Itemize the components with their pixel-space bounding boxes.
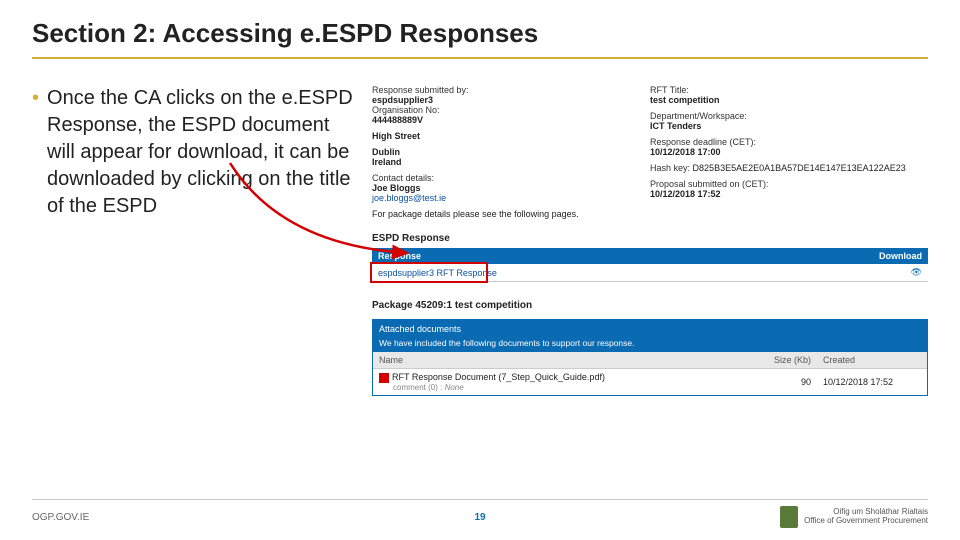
slide-title: Section 2: Accessing e.ESPD Responses: [32, 18, 928, 59]
address-line: Dublin: [372, 147, 650, 157]
page-number: 19: [474, 512, 485, 523]
column-header: Created: [817, 352, 927, 369]
value: test competition: [650, 95, 928, 105]
slide-footer: OGP.GOV.IE 19 Oifig um Sholáthar Rialtai…: [32, 499, 928, 528]
screenshot-panel: Response submitted by: espdsupplier3 Org…: [372, 85, 928, 396]
footer-org-en: Office of Government Procurement: [804, 517, 928, 526]
size-value: 90: [747, 369, 817, 395]
comment-label: comment (0) :: [393, 383, 442, 392]
value: 10/12/2018 17:52: [650, 189, 928, 199]
address-line: High Street: [372, 131, 650, 141]
download-icon[interactable]: 👁: [858, 264, 928, 282]
label: Response submitted by:: [372, 85, 650, 95]
attached-documents-box: Attached documents We have included the …: [372, 319, 928, 396]
response-table: Response Download espdsupplier3 RFT Resp…: [372, 248, 928, 282]
label: Department/Workspace:: [650, 111, 928, 121]
bullet-item: • Once the CA clicks on the e.ESPD Respo…: [32, 85, 360, 220]
column-header: Name: [373, 352, 747, 369]
address-line: Ireland: [372, 157, 650, 167]
email-link[interactable]: joe.bloggs@test.ie: [372, 193, 650, 203]
box-heading: Attached documents: [373, 320, 927, 338]
section-heading: ESPD Response: [372, 233, 928, 244]
document-link[interactable]: RFT Response Document (7_Step_Quick_Guid…: [392, 372, 605, 382]
value: 10/12/2018 17:00: [650, 147, 928, 157]
value: 444488889V: [372, 115, 650, 125]
value: Joe Bloggs: [372, 183, 650, 193]
label: Contact details:: [372, 173, 650, 183]
note-text: For package details please see the follo…: [372, 209, 928, 219]
column-header: Size (Kb): [747, 352, 817, 369]
value: D825B3E5AE2E0A1BA57DE14E147E13EA122AE23: [693, 163, 906, 173]
value: ICT Tenders: [650, 121, 928, 131]
label: Organisation No:: [372, 105, 650, 115]
column-header: Download: [858, 248, 928, 264]
pdf-icon: [379, 373, 389, 383]
bullet-dot-icon: •: [32, 85, 39, 220]
label: Proposal submitted on (CET):: [650, 179, 928, 189]
created-value: 10/12/2018 17:52: [817, 369, 927, 395]
harp-logo-icon: [780, 506, 798, 528]
box-subheading: We have included the following documents…: [373, 338, 927, 352]
footer-url: OGP.GOV.IE: [32, 512, 89, 523]
label: Hash key:: [650, 163, 690, 173]
value: espdsupplier3: [372, 95, 650, 105]
bullet-text: Once the CA clicks on the e.ESPD Respons…: [47, 85, 360, 220]
response-link[interactable]: espdsupplier3 RFT Response: [372, 264, 858, 282]
label: Response deadline (CET):: [650, 137, 928, 147]
table-row: RFT Response Document (7_Step_Quick_Guid…: [373, 369, 927, 395]
label: RFT Title:: [650, 85, 928, 95]
table-row: espdsupplier3 RFT Response 👁: [372, 264, 928, 282]
comment-value: None: [445, 383, 464, 392]
package-title: Package 45209:1 test competition: [372, 300, 928, 311]
